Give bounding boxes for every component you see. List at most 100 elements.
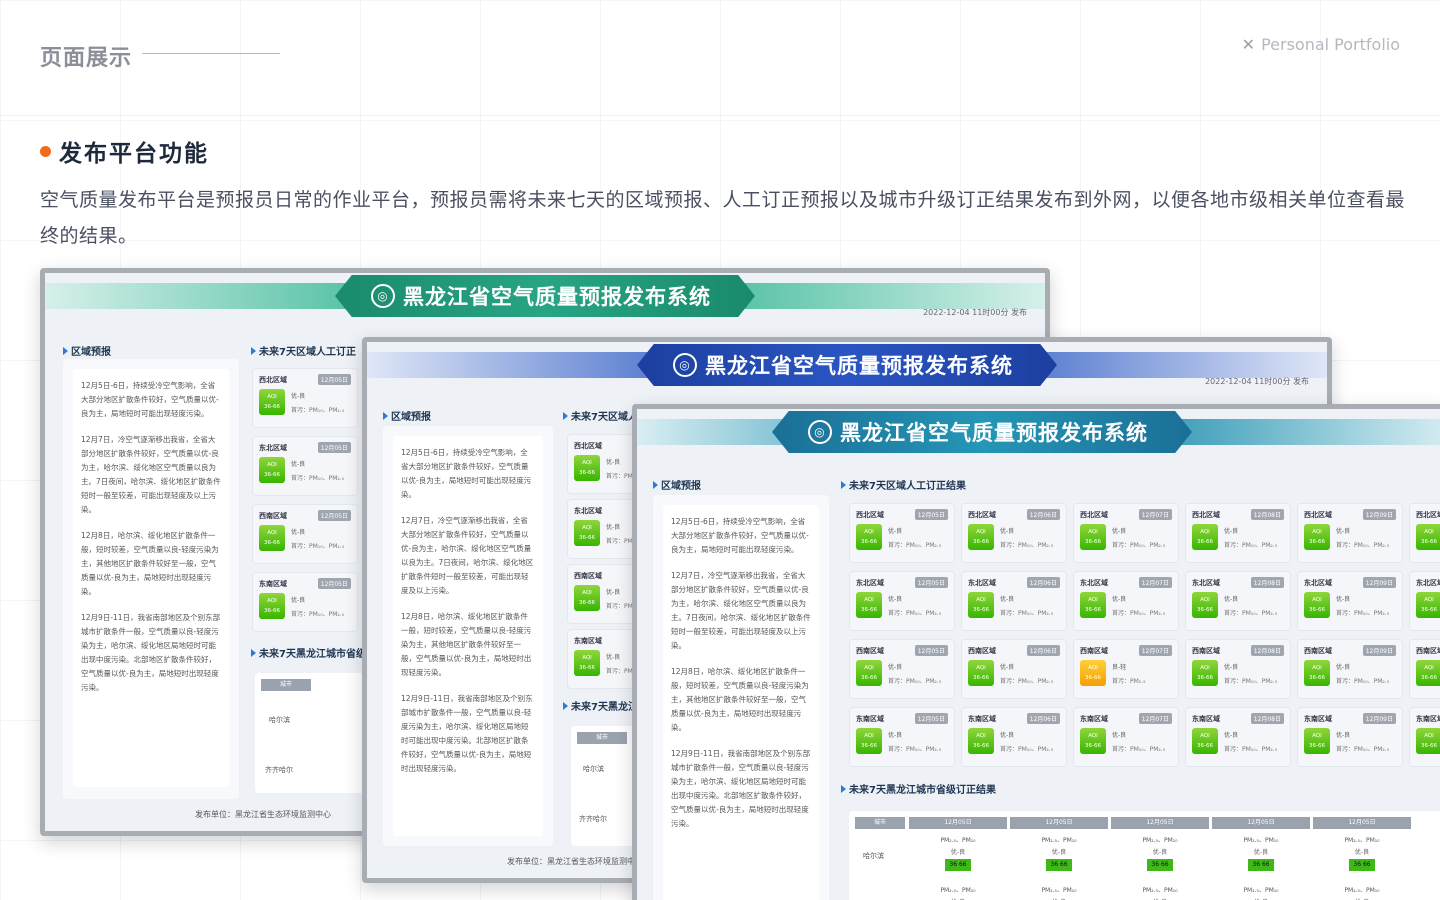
- forecast-text: 12月5日-6日，持续受冷空气影响，全省大部分地区扩散条件较好，空气质量以优-良…: [393, 436, 543, 836]
- aqi-badge: AQI 36-66: [574, 650, 600, 676]
- forecast-card[interactable]: 西北区域12月09日AQI36-66优-良首污：PM₁₀、PM₂.₅: [1409, 503, 1440, 563]
- forecast-card[interactable]: 西北区域 12月08日 AQI 36-66 优-良 首污：PM₁₀、PM₂.₅: [1185, 503, 1291, 563]
- table-header: 12月05日: [1212, 817, 1310, 829]
- forecast-paragraph: 12月7日，冷空气逐渐移出我省，全省大部分地区扩散条件较好，空气质量以优-良为主…: [401, 516, 534, 595]
- aqi-badge: AQI 36-66: [1192, 524, 1218, 550]
- forecast-card[interactable]: 西北区域 12月06日 AQI 36-66 优-良 首污：PM₁₀、PM₂.₅: [961, 503, 1067, 563]
- forecast-card[interactable]: 西北区域 12月07日 AQI 36-66 优-良 首污：PM₁₀、PM₂.₅: [1073, 503, 1179, 563]
- forecast-card[interactable]: 东南区域12月09日AQI36-66优-良首污：PM₁₀、PM₂.₅: [1409, 707, 1440, 767]
- tab-manual[interactable]: 未来7天区域人工订正: [251, 343, 356, 358]
- forecast-card[interactable]: 西北区域12月05日AQI36-66优-良首污：PM₁₀、PM₂.₅: [252, 368, 358, 428]
- forecast-card[interactable]: 东北区域12月05日AQI36-66优-良首污：PM₁₀、PM₂.₅: [252, 436, 358, 496]
- section-description: 空气质量发布平台是预报员日常的作业平台，预报员需将未来七天的区域预报、人工订正预…: [40, 189, 1406, 247]
- city-cell: PM₂.₅、PM₁₀优-良36 66: [1010, 835, 1108, 871]
- aqi-badge: AQI 36-66: [1416, 524, 1440, 550]
- aqi-badge: AQI 36-66: [1192, 728, 1218, 754]
- forecast-card[interactable]: 西南区域 12月07日 AQI 36-66 良-轻 首污：PM₂.₅: [1073, 639, 1179, 699]
- forecast-card[interactable]: 西南区域12月09日AQI36-66优-良首污：PM₁₀、PM₂.₅: [1297, 639, 1403, 699]
- app-header: ◎ 黑龙江省空气质量预报发布系统 2022-12-04 11时00分 发布: [367, 342, 1327, 394]
- city-name: 齐齐哈尔: [579, 815, 607, 823]
- aqi-badge: AQI 36-66: [1304, 728, 1330, 754]
- forecast-card[interactable]: 西南区域 12月08日 AQI 36-66 优-良 首污：PM₁₀、PM₂.₅: [1185, 639, 1291, 699]
- forecast-card[interactable]: 东北区域12月09日AQI36-66优-良首污：PM₁₀、PM₂.₅: [1297, 571, 1403, 631]
- forecast-paragraph: 12月7日，冷空气逐渐移出我省，全省大部分地区扩散条件较好，空气质量以优-良为主…: [81, 435, 221, 514]
- city-table: 城市 哈尔滨 齐齐哈尔: [571, 726, 641, 846]
- forecast-card[interactable]: 西北区域12月09日AQI36-66优-良首污：PM₁₀、PM₂.₅: [1297, 503, 1403, 563]
- city-name: 哈尔滨: [583, 765, 604, 773]
- tab-city[interactable]: 未来7天黑龙江: [563, 698, 638, 713]
- forecast-paragraph: 12月5日-6日，持续受冷空气影响，全省大部分地区扩散条件较好，空气质量以优-良…: [81, 381, 219, 418]
- forecast-card[interactable]: 东北区域12月05日AQI36-66优-良首污：PM₁₀、PM₂.₅: [849, 571, 955, 631]
- aqi-badge: AQI 36-66: [1192, 592, 1218, 618]
- forecast-card[interactable]: 东北区域 12月06日 AQI 36-66 优-良 首污：PM₁₀、PM₂.₅: [961, 571, 1067, 631]
- tab-city[interactable]: 未来7天黑龙江城市省级订正结果: [841, 781, 996, 796]
- aqi-badge: AQI 36-66: [1080, 728, 1106, 754]
- forecast-paragraph: 12月9日-11日，我省南部地区及个别东部城市扩散条件一般，空气质量以良-轻度污…: [671, 749, 811, 828]
- forecast-card[interactable]: 东南区域 12月06日 AQI 36-66 优-良 首污：PM₁₀、PM₂.₅: [961, 707, 1067, 767]
- forecast-paragraph: 12月5日-6日，持续受冷空气影响，全省大部分地区扩散条件较好，空气质量以优-良…: [401, 448, 532, 499]
- region-panel: 12月5日-6日，持续受冷空气影响，全省大部分地区扩散条件较好，空气质量以优-良…: [653, 495, 829, 900]
- forecast-card[interactable]: 东南区域12月05日AQI36-66优-良首污：PM₁₀、PM₂.₅: [252, 572, 358, 632]
- forecast-card[interactable]: 东南区域12月09日AQI36-66优-良首污：PM₁₀、PM₂.₅: [1297, 707, 1403, 767]
- aqi-badge: AQI 36-66: [259, 593, 285, 619]
- forecast-text: 12月5日-6日，持续受冷空气影响，全省大部分地区扩散条件较好，空气质量以优-良…: [73, 369, 229, 787]
- city-cell: PM₂.₅、PM₁₀优-良36 66: [1344, 887, 1380, 900]
- forecast-paragraph: 12月9日-11日，我省南部地区及个别东部城市扩散条件一般，空气质量以良-轻度污…: [401, 694, 533, 773]
- forecast-card[interactable]: 东北区域 12月07日 AQI 36-66 优-良 首污：PM₁₀、PM₂.₅: [1073, 571, 1179, 631]
- aqi-badge: AQI 36-66: [574, 455, 600, 481]
- section-title: 发布平台功能: [59, 141, 209, 167]
- table-header: 12月05日: [1111, 817, 1209, 829]
- aqi-badge: AQI 36-66: [968, 524, 994, 550]
- city-cell: PM₂.₅、PM₁₀优-良36 66: [1041, 887, 1077, 900]
- title-divider: [142, 53, 280, 54]
- forecast-card[interactable]: 西南区域12月09日AQI36-66优-良首污：PM₁₀、PM₂.₅: [1409, 639, 1440, 699]
- forecast-card[interactable]: 西南区域 12月06日 AQI 36-66 优-良 首污：PM₁₀、PM₂.₅: [961, 639, 1067, 699]
- tab-region[interactable]: 区域预报: [383, 408, 431, 423]
- tab-region[interactable]: 区域预报: [653, 477, 701, 492]
- app-title: 黑龙江省空气质量预报发布系统: [403, 285, 711, 309]
- aqi-badge: AQI 36-66: [1304, 660, 1330, 686]
- bullet-dot-icon: [40, 145, 51, 157]
- publisher: 发布单位：黑龙江省生态环境监测中心: [195, 810, 331, 819]
- tab-region[interactable]: 区域预报: [63, 343, 111, 358]
- city-cell: PM₂.₅、PM₁₀优-良36 66: [909, 835, 1007, 871]
- aqi-badge: AQI 36-66: [1192, 660, 1218, 686]
- aqi-badge: AQI 36-66: [968, 592, 994, 618]
- tab-city[interactable]: 未来7天黑龙江城市省级: [251, 645, 366, 660]
- aqi-badge: AQI 36-66: [856, 524, 882, 550]
- forecast-card[interactable]: 东北区域 12月08日 AQI 36-66 优-良 首污：PM₁₀、PM₂.₅: [1185, 571, 1291, 631]
- app-title: 黑龙江省空气质量预报发布系统: [705, 354, 1013, 378]
- forecast-card[interactable]: 东南区域12月05日AQI36-66优-良首污：PM₁₀、PM₂.₅: [849, 707, 955, 767]
- app-title-banner: ◎ 黑龙江省空气质量预报发布系统: [637, 344, 1057, 386]
- publisher: 发布单位：黑龙江省生态环境监测中心: [507, 857, 643, 866]
- aqi-badge: AQI 36-66: [856, 660, 882, 686]
- portfolio-label: Personal Portfolio: [1261, 35, 1400, 54]
- app-title-banner: ◎ 黑龙江省空气质量预报发布系统: [772, 411, 1192, 453]
- app-title-banner: ◎ 黑龙江省空气质量预报发布系统: [335, 275, 755, 317]
- app-title: 黑龙江省空气质量预报发布系统: [840, 421, 1148, 445]
- tab-manual[interactable]: 未来7天区域人工订正结果: [841, 477, 966, 492]
- aqi-badge: AQI 36-66: [574, 585, 600, 611]
- screenshot-teal: ◎ 黑龙江省空气质量预报发布系统 区域预报 未来7天区域人工订正结果 12月5日…: [632, 404, 1440, 900]
- forecast-paragraph: 12月8日，哈尔滨、绥化地区扩散条件一般，短时较差，空气质量以良-轻度污染为主，…: [81, 531, 219, 596]
- aqi-badge: AQI 36-66: [259, 457, 285, 483]
- aqi-badge: AQI 36-66: [1416, 592, 1440, 618]
- portfolio-link[interactable]: ✕ Personal Portfolio: [1242, 35, 1400, 54]
- forecast-card[interactable]: 西北区域12月05日AQI36-66优-良首污：PM₁₀、PM₂.₅: [849, 503, 955, 563]
- table-header: 城市: [261, 679, 311, 691]
- tab-manual[interactable]: 未来7天区域人: [563, 408, 638, 423]
- city-table: 城市12月05日12月05日12月05日12月05日12月05日 哈尔滨 齐齐哈…: [849, 811, 1440, 900]
- table-header: 城市: [855, 817, 905, 829]
- forecast-card[interactable]: 西南区域12月05日AQI36-66优-良首污：PM₁₀、PM₂.₅: [849, 639, 955, 699]
- forecast-paragraph: 12月5日-6日，持续受冷空气影响，全省大部分地区扩散条件较好，空气质量以优-良…: [671, 517, 809, 554]
- forecast-card[interactable]: 东南区域 12月08日 AQI 36-66 优-良 首污：PM₁₀、PM₂.₅: [1185, 707, 1291, 767]
- city-name: 齐齐哈尔: [265, 766, 293, 774]
- forecast-card[interactable]: 西南区域12月05日AQI36-66优-良首污：PM₁₀、PM₂.₅: [252, 504, 358, 564]
- close-icon[interactable]: ✕: [1242, 35, 1255, 54]
- forecast-card[interactable]: 东南区域 12月07日 AQI 36-66 优-良 首污：PM₁₀、PM₂.₅: [1073, 707, 1179, 767]
- forecast-card[interactable]: 东北区域12月09日AQI36-66优-良首污：PM₁₀、PM₂.₅: [1409, 571, 1440, 631]
- city-table: 城市 哈尔滨 齐齐哈尔: [255, 673, 375, 793]
- table-header: 12月05日: [1313, 817, 1411, 829]
- region-panel: 12月5日-6日，持续受冷空气影响，全省大部分地区扩散条件较好，空气质量以优-良…: [383, 426, 553, 846]
- aqi-badge: AQI 36-66: [1416, 660, 1440, 686]
